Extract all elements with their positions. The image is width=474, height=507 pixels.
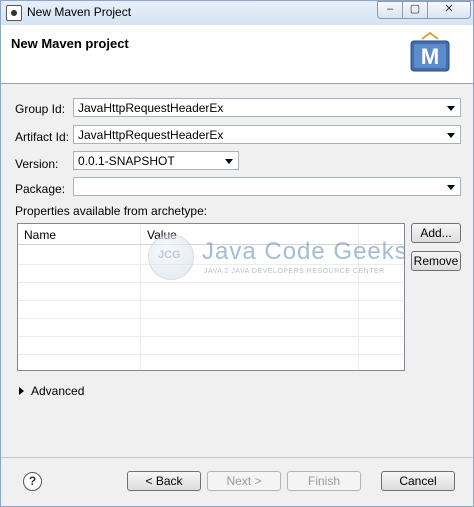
table-row	[18, 282, 404, 283]
artifact-id-combo[interactable]: JavaHttpRequestHeaderEx	[73, 125, 461, 144]
table-row	[18, 300, 404, 301]
group-id-label: Group Id:	[15, 102, 66, 116]
table-row	[18, 336, 404, 337]
version-value: 0.0.1-SNAPSHOT	[78, 154, 175, 168]
cancel-button[interactable]: Cancel	[381, 471, 455, 491]
table-row	[18, 354, 404, 355]
remove-button[interactable]: Remove	[411, 251, 461, 271]
chevron-down-icon[interactable]	[447, 133, 455, 138]
properties-label: Properties available from archetype:	[15, 204, 208, 218]
window-title: New Maven Project	[27, 5, 132, 19]
column-divider	[358, 224, 359, 370]
wizard-page-title: New Maven project	[11, 36, 129, 51]
properties-table[interactable]: Name Value JCG Java Code Geeks JAVA 2 JA…	[17, 223, 405, 371]
close-button[interactable]: ✕	[427, 1, 471, 19]
footer-divider	[1, 457, 473, 458]
package-label: Package:	[15, 182, 66, 196]
chevron-down-icon[interactable]	[447, 185, 455, 190]
wizard-header: New Maven project M	[1, 25, 473, 84]
maven-logo-icon: M	[410, 31, 450, 72]
advanced-section-toggle[interactable]: Advanced	[31, 384, 84, 398]
artifact-id-label: Artifact Id:	[15, 130, 70, 144]
back-button[interactable]: < Back	[127, 471, 201, 491]
eclipse-app-icon	[6, 5, 22, 21]
version-label: Version:	[15, 157, 59, 171]
add-button[interactable]: Add...	[411, 223, 461, 243]
group-id-combo[interactable]: JavaHttpRequestHeaderEx	[73, 98, 461, 117]
new-maven-project-dialog: New Maven Project – ▢ ✕ New Maven projec…	[0, 0, 474, 507]
version-combo[interactable]: 0.0.1-SNAPSHOT	[73, 151, 239, 170]
column-header-name[interactable]: Name	[18, 224, 141, 245]
expand-triangle-icon[interactable]	[19, 387, 24, 395]
finish-button[interactable]: Finish	[287, 471, 361, 491]
chevron-down-icon[interactable]	[225, 159, 233, 164]
artifact-id-value: JavaHttpRequestHeaderEx	[78, 128, 224, 142]
minimize-button[interactable]: –	[377, 1, 403, 19]
maximize-button[interactable]: ▢	[402, 1, 428, 19]
maven-logo-letter: M	[421, 44, 439, 69]
next-button[interactable]: Next >	[207, 471, 281, 491]
column-header-value[interactable]: Value	[141, 224, 403, 245]
title-bar[interactable]: New Maven Project – ▢ ✕	[1, 1, 473, 25]
column-divider	[140, 224, 141, 370]
table-row	[18, 318, 404, 319]
package-combo[interactable]	[73, 177, 461, 196]
help-icon[interactable]: ?	[23, 472, 42, 491]
chevron-down-icon[interactable]	[447, 106, 455, 111]
group-id-value: JavaHttpRequestHeaderEx	[78, 101, 224, 115]
table-row	[18, 264, 404, 265]
